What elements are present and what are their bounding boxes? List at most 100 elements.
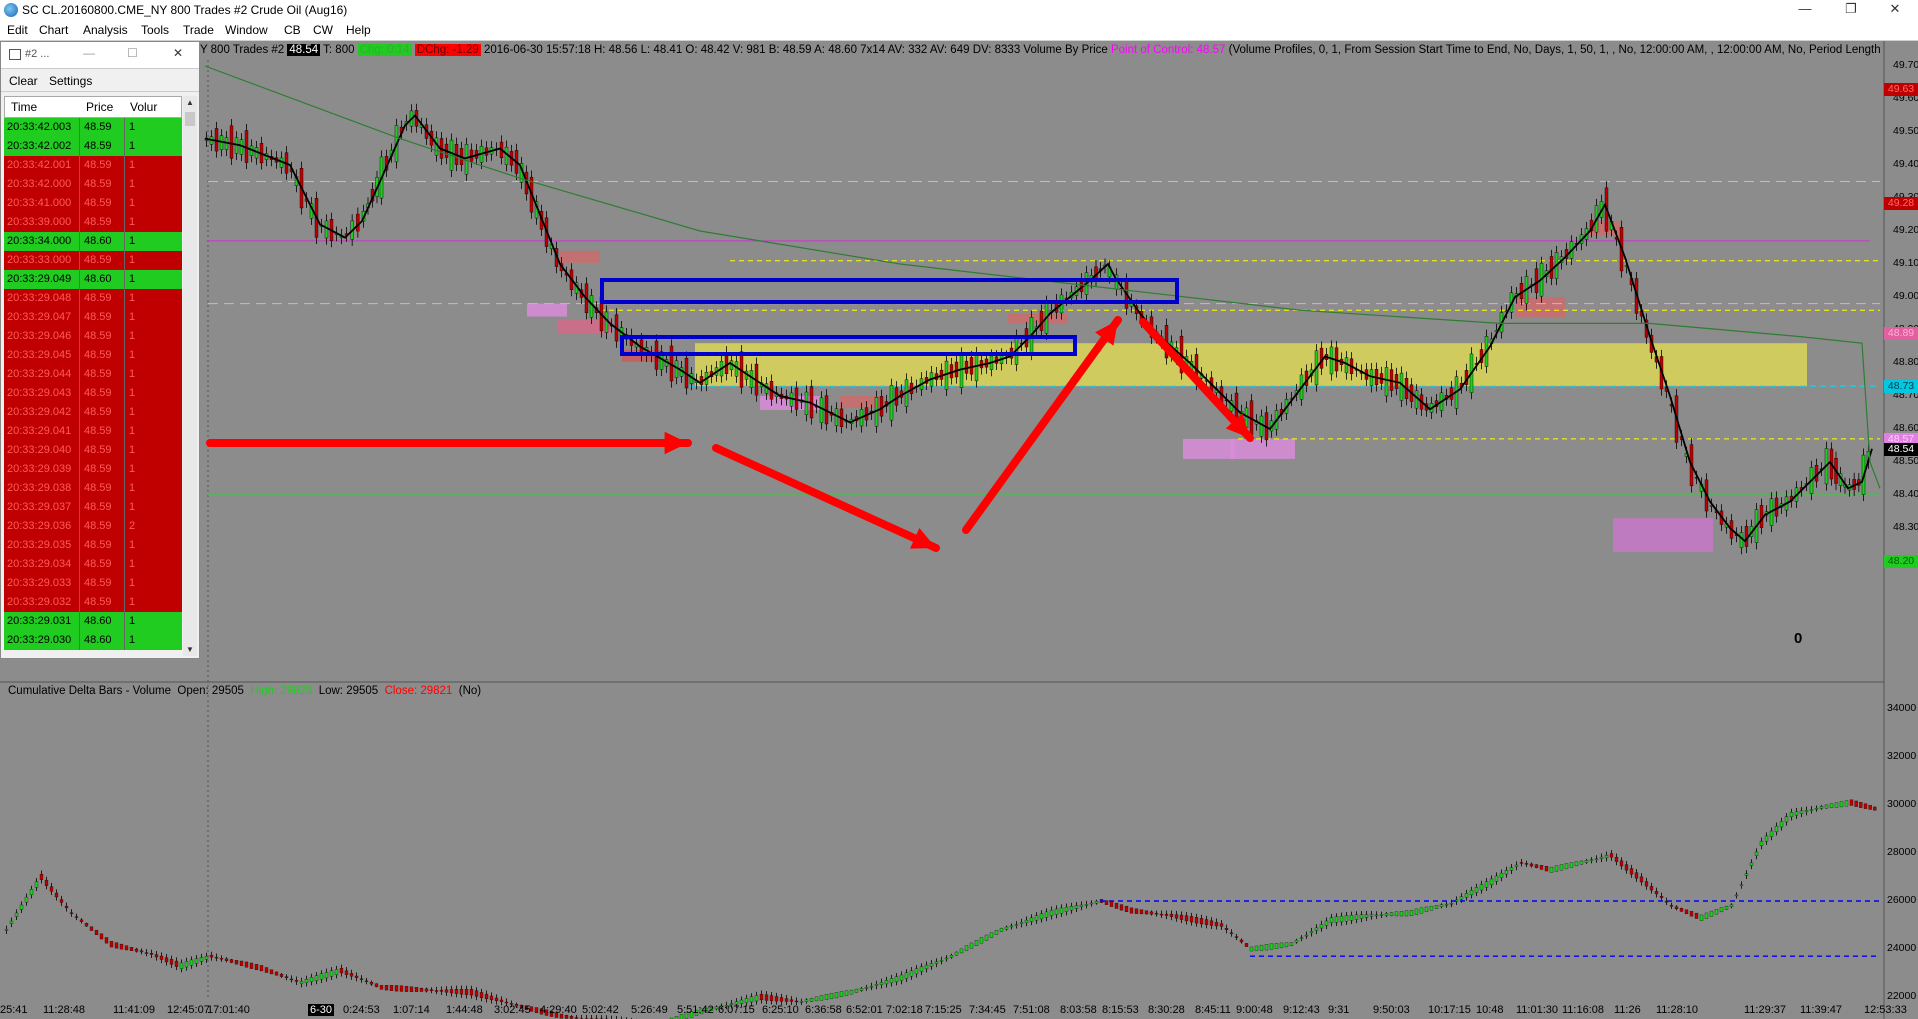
delta-up-bar bbox=[1464, 893, 1469, 898]
delta-down-bar bbox=[1224, 928, 1229, 930]
table-row[interactable]: 20:33:29.048 48.59 1 bbox=[4, 289, 182, 308]
delta-down-bar bbox=[1179, 914, 1184, 920]
delta-down-bar bbox=[164, 957, 169, 963]
table-row[interactable]: 20:33:29.047 48.59 1 bbox=[4, 308, 182, 327]
delta-down-bar bbox=[1859, 802, 1863, 808]
scroll-down-icon[interactable]: ▼ bbox=[186, 645, 194, 654]
table-row[interactable]: 20:33:29.042 48.59 1 bbox=[4, 403, 182, 422]
delta-up-bar bbox=[1079, 904, 1084, 907]
delta-up-bar bbox=[1089, 902, 1094, 905]
delta-down-bar bbox=[1649, 886, 1654, 891]
scroll-up-icon[interactable]: ▲ bbox=[186, 98, 194, 107]
table-row[interactable]: 20:33:29.049 48.60 1 bbox=[4, 270, 182, 289]
tas-maximize-icon[interactable]: ☐ bbox=[127, 46, 138, 60]
delta-up-bar bbox=[1439, 904, 1444, 908]
delta-up-bar bbox=[194, 958, 199, 964]
up-candle bbox=[464, 144, 469, 175]
delta-up-bar bbox=[1709, 910, 1714, 917]
delta-up-bar bbox=[1594, 858, 1599, 861]
time-tick-label: 5:02:42 bbox=[582, 1004, 619, 1016]
tas-titlebar[interactable]: #2 ... — ☐ ✕ bbox=[1, 42, 199, 69]
lower-close: Close: 29821 bbox=[384, 685, 453, 697]
price-tag: 48.73 bbox=[1884, 380, 1918, 394]
delta-down-bar bbox=[574, 1017, 579, 1019]
delta-down-bar bbox=[354, 975, 359, 978]
tas-scrollbar[interactable]: ▲ ▼ bbox=[183, 96, 197, 656]
tas-cell-vol: 1 bbox=[129, 425, 136, 437]
tas-cell-price: 48.59 bbox=[81, 175, 125, 194]
price-chart-svg[interactable] bbox=[0, 0, 1918, 1019]
table-row[interactable]: 20:33:29.033 48.59 1 bbox=[4, 574, 182, 593]
delta-up-bar bbox=[1774, 825, 1779, 833]
tas-cell-price: 48.59 bbox=[81, 308, 125, 327]
tas-close-icon[interactable]: ✕ bbox=[173, 46, 183, 60]
table-row[interactable]: 20:33:29.030 48.60 1 bbox=[4, 631, 182, 650]
delta-up-bar bbox=[1394, 911, 1399, 917]
delta-down-bar bbox=[1204, 919, 1209, 925]
delta-up-bar bbox=[974, 939, 979, 947]
delta-up-bar bbox=[934, 961, 939, 964]
table-row[interactable]: 20:33:29.037 48.59 1 bbox=[4, 498, 182, 517]
time-tick-label: 17:01:40 bbox=[207, 1004, 250, 1016]
col-price[interactable]: Price bbox=[86, 100, 113, 114]
table-row[interactable]: 20:33:29.032 48.59 1 bbox=[4, 593, 182, 612]
tas-cell-price: 48.59 bbox=[81, 460, 125, 479]
delta-down-bar bbox=[1689, 911, 1694, 917]
table-row[interactable]: 20:33:42.002 48.59 1 bbox=[4, 137, 182, 156]
delta-up-bar bbox=[1364, 914, 1369, 918]
scroll-thumb[interactable] bbox=[185, 112, 195, 126]
table-row[interactable]: 20:33:29.031 48.60 1 bbox=[4, 612, 182, 631]
delta-up-bar bbox=[1699, 914, 1704, 921]
delta-up-bar bbox=[1444, 903, 1449, 906]
delta-down-bar bbox=[384, 985, 389, 991]
delta-tick-label: 30000 bbox=[1887, 798, 1917, 810]
table-row[interactable]: 20:33:42.000 48.59 1 bbox=[4, 175, 182, 194]
delta-down-bar bbox=[454, 989, 459, 994]
table-row[interactable]: 20:33:29.039 48.59 1 bbox=[4, 460, 182, 479]
table-row[interactable]: 20:33:42.001 48.59 1 bbox=[4, 156, 182, 175]
tas-cell-vol: 1 bbox=[129, 254, 136, 266]
table-row[interactable]: 20:33:29.035 48.59 1 bbox=[4, 536, 182, 555]
delta-down-bar bbox=[1644, 881, 1649, 887]
table-row[interactable]: 20:33:29.044 48.59 1 bbox=[4, 365, 182, 384]
tas-minimize-icon[interactable]: — bbox=[83, 46, 95, 60]
delta-down-bar bbox=[209, 955, 214, 958]
delta-up-bar bbox=[1399, 910, 1404, 917]
table-row[interactable]: 20:33:29.040 48.59 1 bbox=[4, 441, 182, 460]
delta-up-bar bbox=[819, 995, 824, 1001]
down-candle bbox=[969, 357, 974, 375]
col-volume[interactable]: Volur bbox=[130, 100, 157, 114]
delta-down-bar bbox=[1154, 912, 1159, 915]
price-tick-label: 48.80 bbox=[1893, 356, 1918, 368]
price-tag: 49.28 bbox=[1884, 196, 1918, 210]
delta-up-bar bbox=[1819, 806, 1824, 809]
table-row[interactable]: 20:33:34.000 48.60 1 bbox=[4, 232, 182, 251]
table-row[interactable]: 20:33:29.038 48.59 1 bbox=[4, 479, 182, 498]
delta-down-bar bbox=[229, 959, 234, 963]
delta-down-bar bbox=[49, 886, 54, 892]
table-row[interactable]: 20:33:29.043 48.59 1 bbox=[4, 384, 182, 403]
delta-down-bar bbox=[1194, 917, 1199, 924]
delta-up-bar bbox=[1554, 865, 1559, 872]
table-row[interactable]: 20:33:39.000 48.59 1 bbox=[4, 213, 182, 232]
col-time[interactable]: Time bbox=[11, 100, 37, 114]
table-row[interactable]: 20:33:29.036 48.59 2 bbox=[4, 517, 182, 536]
tas-table: Time Price Volur 20:33:42.003 48.59 1 20:33… bbox=[4, 96, 182, 650]
time-tick-label: 11:16:08 bbox=[1562, 1004, 1605, 1016]
table-row[interactable]: 20:33:41.000 48.59 1 bbox=[4, 194, 182, 213]
table-row[interactable]: 20:33:29.046 48.59 1 bbox=[4, 327, 182, 346]
table-row[interactable]: 20:33:33.000 48.59 1 bbox=[4, 251, 182, 270]
tas-cell-price: 48.59 bbox=[81, 137, 125, 156]
time-and-sales-window[interactable]: #2 ... — ☐ ✕ Clear Settings Time Price V… bbox=[0, 41, 200, 659]
delta-up-bar bbox=[909, 970, 914, 977]
table-row[interactable]: 20:33:42.003 48.59 1 bbox=[4, 118, 182, 137]
table-row[interactable]: 20:33:29.041 48.59 1 bbox=[4, 422, 182, 441]
table-row[interactable]: 20:33:29.034 48.59 1 bbox=[4, 555, 182, 574]
delta-up-bar bbox=[1449, 903, 1454, 905]
down-candle bbox=[356, 213, 360, 232]
tas-settings-button[interactable]: Settings bbox=[49, 74, 92, 88]
delta-up-bar bbox=[1784, 816, 1789, 823]
table-row[interactable]: 20:33:29.045 48.59 1 bbox=[4, 346, 182, 365]
tas-clear-button[interactable]: Clear bbox=[9, 74, 38, 88]
delta-up-bar bbox=[904, 972, 909, 979]
